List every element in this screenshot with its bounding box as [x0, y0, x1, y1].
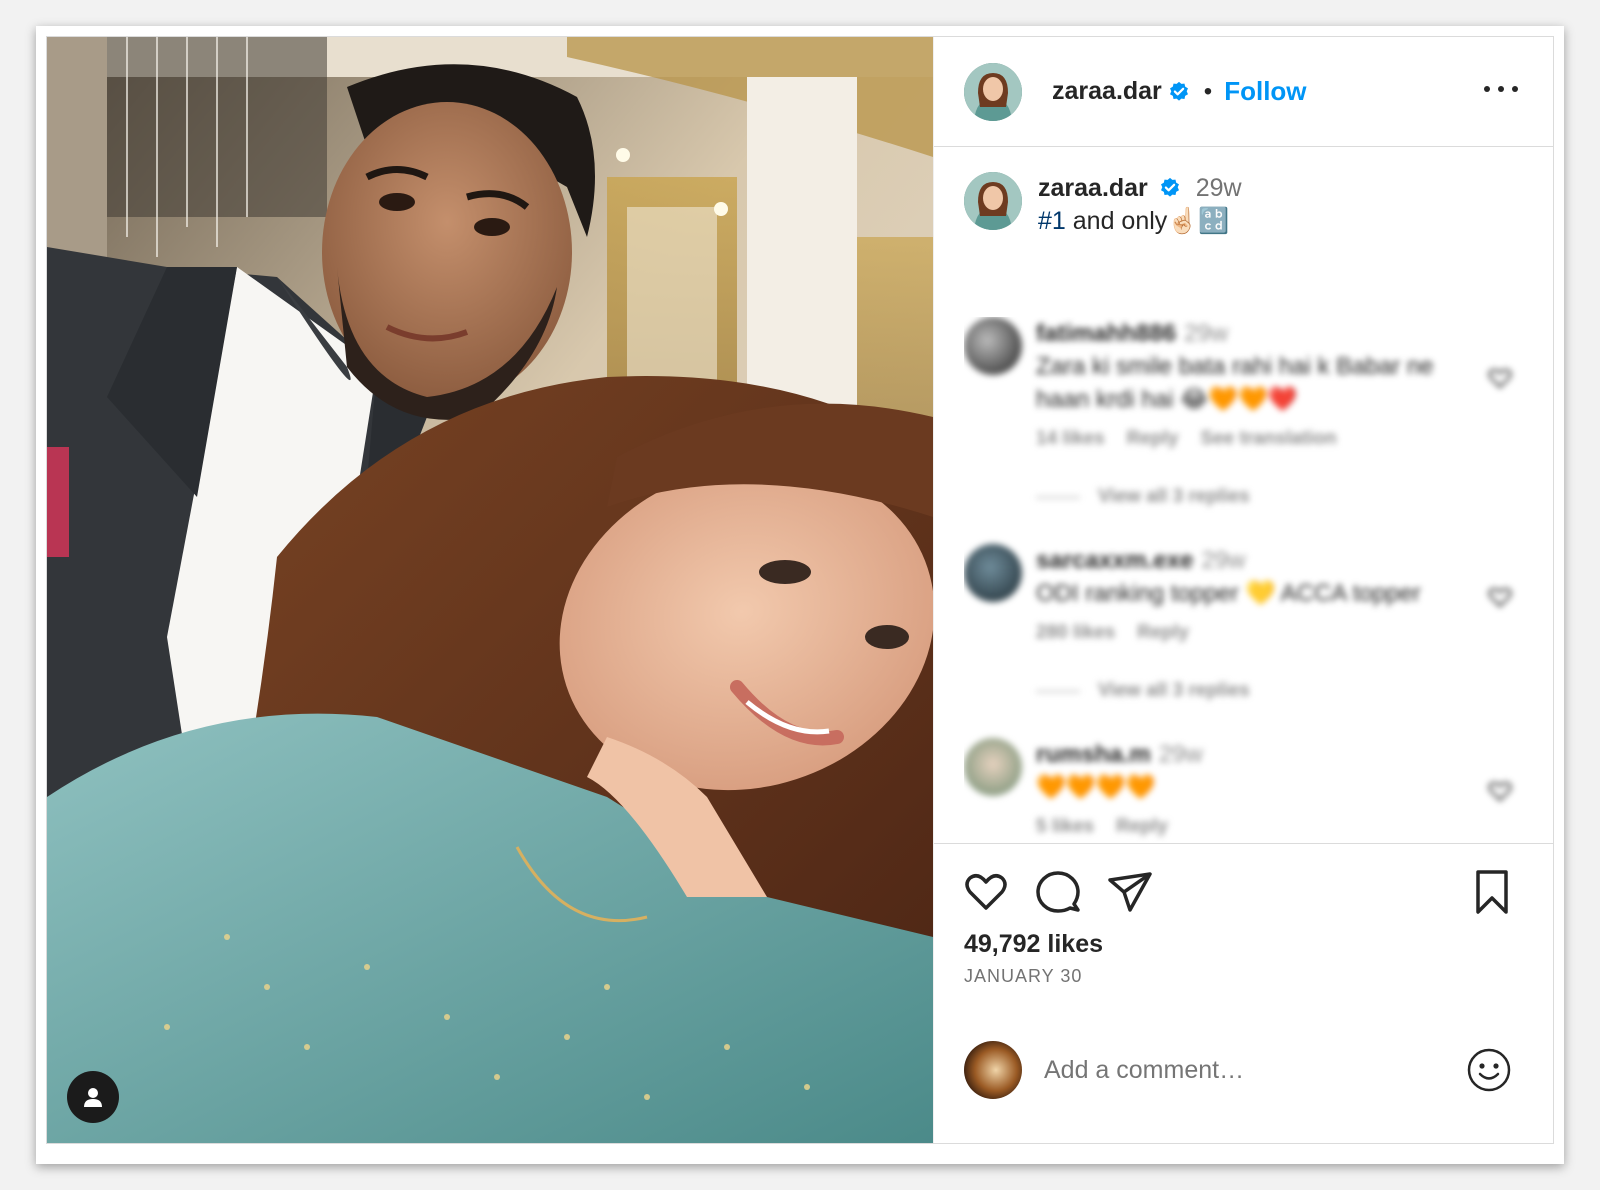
- view-replies-button[interactable]: View all 3 replies: [1036, 680, 1534, 702]
- caption-avatar[interactable]: [964, 172, 1022, 230]
- replies-line: [1036, 690, 1080, 692]
- caption-line-2: #1 and only☝🏻🔡: [1038, 205, 1242, 238]
- caption-line-1: zaraa.dar 29w: [1038, 172, 1242, 205]
- more-icon-dot: [1498, 86, 1504, 92]
- commenter-avatar[interactable]: [964, 544, 1022, 602]
- comment-reply-button[interactable]: Reply: [1137, 622, 1189, 643]
- post-actions: 49,792 likes JANUARY 30: [934, 843, 1553, 1143]
- avatar-image: [964, 1041, 1022, 1099]
- post-photo[interactable]: [47, 37, 933, 1143]
- post-side-panel: zaraa.dar • Follow zaraa.dar 29w #1 and …: [933, 37, 1553, 1143]
- commenter-avatar[interactable]: [964, 317, 1022, 375]
- comment-likes[interactable]: 5 likes: [1036, 816, 1094, 837]
- tagged-users-button[interactable]: [67, 1071, 119, 1123]
- author-username[interactable]: zaraa.dar: [1052, 77, 1162, 106]
- comment-text-block: sarcaxxm.exe 29w ODI ranking topper 💛 ACC…: [1036, 544, 1476, 610]
- heart-icon[interactable]: [962, 868, 1010, 916]
- more-icon-dot: [1512, 86, 1518, 92]
- caption-text: and only☝🏻: [1065, 207, 1199, 235]
- avatar-image: [964, 62, 1022, 121]
- comment-likes[interactable]: 280 likes: [1036, 622, 1115, 643]
- comment-text-block: rumsha.m 29w 🧡🧡🧡🧡: [1036, 738, 1476, 804]
- comment-meta: 14 likes Reply See translation: [1036, 428, 1524, 450]
- post-caption: zaraa.dar 29w #1 and only☝🏻🔡: [964, 172, 1524, 238]
- comment-likes[interactable]: 14 likes: [1036, 428, 1105, 449]
- follow-button[interactable]: Follow: [1224, 76, 1306, 107]
- comment-time[interactable]: 29w: [1159, 741, 1203, 768]
- comments-list[interactable]: fatimahh886 29w Zara ki smile bata rahi h…: [964, 317, 1534, 842]
- likes-count[interactable]: 49,792 likes: [964, 930, 1103, 959]
- screenshot-frame: zaraa.dar • Follow zaraa.dar 29w #1 and …: [36, 26, 1564, 1164]
- emoji-icon[interactable]: [1466, 1047, 1512, 1093]
- user-tag-icon: [84, 1088, 102, 1107]
- comment-item: fatimahh886 29w Zara ki smile bata rahi h…: [964, 317, 1524, 450]
- comment-text: 🧡🧡🧡🧡: [1036, 774, 1156, 801]
- current-user-avatar: [964, 1041, 1022, 1099]
- comment-text: Zara ki smile bata rahi hai k Babar ne h…: [1036, 353, 1434, 413]
- share-icon[interactable]: [1106, 868, 1154, 916]
- verified-badge-icon: [1160, 177, 1179, 197]
- comment-icon[interactable]: [1034, 868, 1082, 916]
- verified-badge-icon: [1169, 81, 1188, 101]
- post-date[interactable]: JANUARY 30: [964, 966, 1082, 987]
- comment-item: rumsha.m 29w 🧡🧡🧡🧡 5 likes Reply: [964, 738, 1524, 838]
- comment-text: ODI ranking topper 💛 ACCA topper: [1036, 580, 1421, 607]
- comment-like-heart-icon[interactable]: [1488, 367, 1512, 389]
- bookmark-icon[interactable]: [1468, 868, 1516, 916]
- see-translation-button[interactable]: See translation: [1200, 428, 1336, 449]
- comment-item: sarcaxxm.exe 29w ODI ranking topper 💛 ACC…: [964, 544, 1524, 644]
- author-avatar[interactable]: [964, 62, 1022, 121]
- comment-meta: 280 likes Reply: [1036, 622, 1524, 644]
- more-icon: [1484, 86, 1490, 92]
- view-replies-label: View all 3 replies: [1098, 680, 1250, 701]
- view-replies-label: View all 3 replies: [1098, 486, 1250, 507]
- view-replies-button[interactable]: View all 3 replies: [1036, 486, 1534, 508]
- add-comment-input[interactable]: [1044, 1055, 1424, 1085]
- comment-text-block: fatimahh886 29w Zara ki smile bata rahi h…: [1036, 317, 1476, 416]
- replies-line: [1036, 496, 1080, 498]
- comment-meta: 5 likes Reply: [1036, 816, 1524, 838]
- caption-emoji: 🔡: [1198, 207, 1230, 235]
- commenter-avatar[interactable]: [964, 738, 1022, 796]
- selfie-photo: [47, 37, 933, 1143]
- comment-reply-button[interactable]: Reply: [1127, 428, 1179, 449]
- comment-time[interactable]: 29w: [1184, 320, 1228, 347]
- comment-time[interactable]: 29w: [1201, 547, 1245, 574]
- caption-hashtag[interactable]: #1: [1038, 207, 1066, 235]
- post-header: zaraa.dar • Follow: [934, 37, 1553, 147]
- comment-username[interactable]: sarcaxxm.exe: [1036, 547, 1193, 574]
- action-icon-row: [962, 868, 1522, 918]
- caption-body: zaraa.dar 29w #1 and only☝🏻🔡: [1038, 172, 1242, 238]
- instagram-post-modal: zaraa.dar • Follow zaraa.dar 29w #1 and …: [46, 36, 1554, 1144]
- comment-username[interactable]: rumsha.m: [1036, 741, 1151, 768]
- caption-timestamp[interactable]: 29w: [1196, 174, 1242, 202]
- add-comment-row: [934, 1030, 1553, 1110]
- comment-like-heart-icon[interactable]: [1488, 780, 1512, 802]
- caption-username[interactable]: zaraa.dar: [1038, 174, 1148, 202]
- avatar-image: [964, 172, 1022, 230]
- comment-like-heart-icon[interactable]: [1488, 586, 1512, 608]
- comment-username[interactable]: fatimahh886: [1036, 320, 1176, 347]
- comment-reply-button[interactable]: Reply: [1116, 816, 1168, 837]
- header-separator: •: [1203, 77, 1213, 105]
- more-options-button[interactable]: [1484, 79, 1518, 99]
